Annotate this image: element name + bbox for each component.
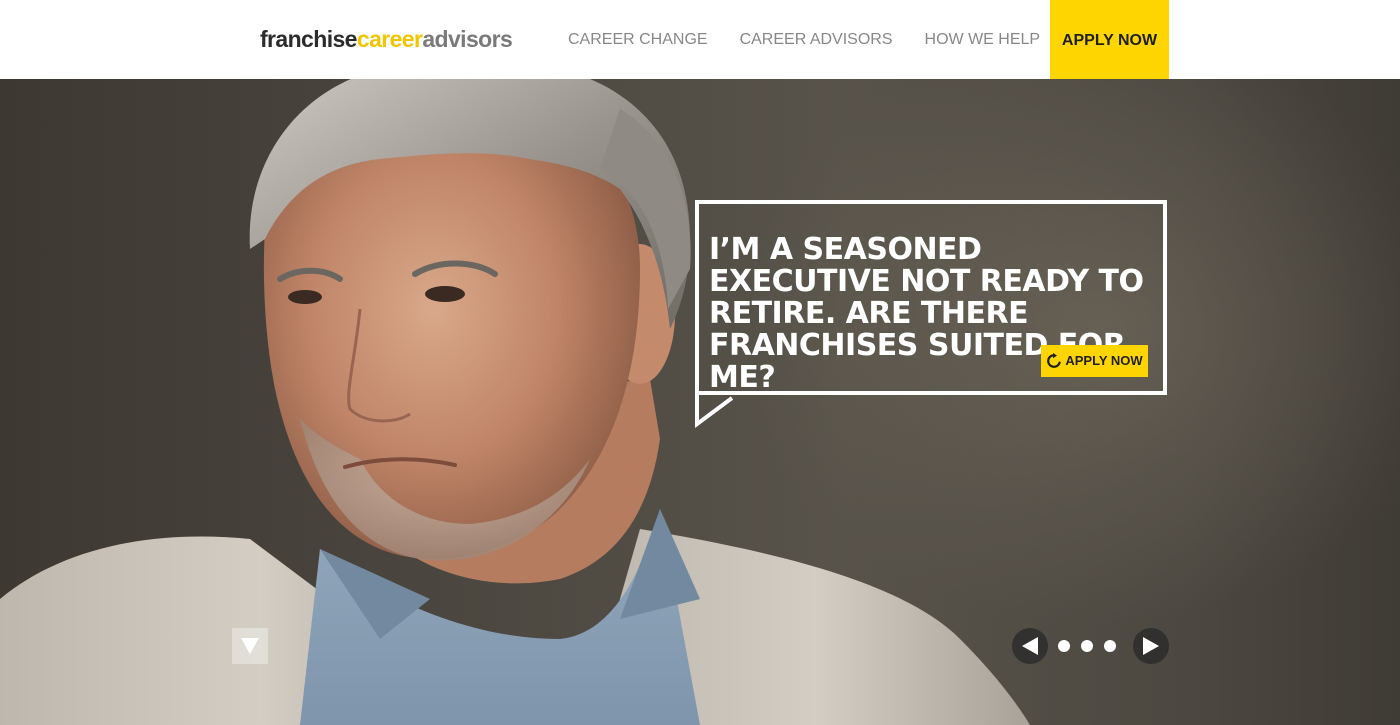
logo-word-career: career [356,26,423,52]
slider-dot-3[interactable] [1104,640,1116,652]
nav-how-we-help[interactable]: HOW WE HELP [909,0,1057,79]
hero-slider: I’M A SEASONED EXECUTIVE NOT READY TO RE… [0,79,1400,725]
logo-word-franchise: franchise [260,26,357,52]
slider-next-button[interactable] [1133,628,1169,664]
site-header: franchisecareeradvisors CAREER CHANGE CA… [0,0,1400,79]
refresh-icon [1047,353,1062,368]
triangle-down-icon [241,638,259,654]
speech-bubble-tail [695,393,734,428]
hero-apply-now-label: APPLY NOW [1065,353,1143,368]
main-nav: CAREER CHANGE CAREER ADVISORS HOW WE HEL… [552,0,1056,79]
slider-pagination [1058,640,1116,652]
triangle-left-icon [1022,637,1038,655]
hero-apply-now-button[interactable]: APPLY NOW [1041,345,1148,377]
nav-career-advisors[interactable]: CAREER ADVISORS [724,0,909,79]
logo-word-advisors: advisors [422,26,513,52]
nav-apply-now-button[interactable]: APPLY NOW [1050,0,1169,79]
slider-prev-button[interactable] [1012,628,1048,664]
speech-bubble: I’M A SEASONED EXECUTIVE NOT READY TO RE… [695,200,1167,395]
logo[interactable]: franchisecareeradvisors [260,24,513,54]
slider-dot-1[interactable] [1058,640,1070,652]
slider-dot-2[interactable] [1081,640,1093,652]
triangle-right-icon [1143,637,1159,655]
scroll-down-button[interactable] [232,628,268,664]
nav-career-change[interactable]: CAREER CHANGE [552,0,724,79]
